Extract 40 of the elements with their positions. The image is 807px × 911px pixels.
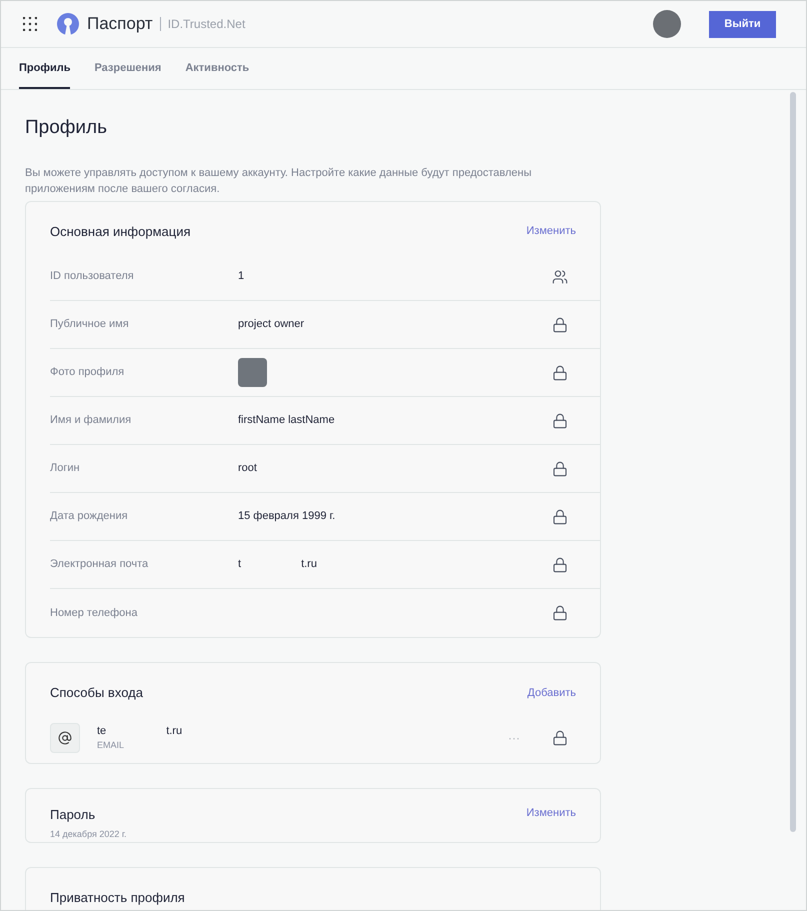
tab[interactable]: Профиль — [19, 48, 70, 89]
photo-placeholder — [238, 358, 267, 387]
add-link[interactable]: Добавить — [527, 684, 576, 701]
field-value: project owner — [238, 318, 304, 330]
method-type: EMAIL — [97, 739, 126, 752]
field-value: firstName lastName — [238, 414, 335, 426]
avatar[interactable] — [653, 10, 681, 38]
field-label: ID пользователя — [50, 269, 135, 284]
email-text: t.ru — [166, 724, 182, 738]
page-title: Профиль — [25, 116, 108, 140]
field-label: Публичное имя — [50, 317, 130, 332]
card-title: Пароль — [50, 806, 96, 824]
email-text: t.ru — [301, 557, 317, 572]
field-value: 1 — [238, 270, 244, 282]
email-method-icon — [50, 722, 80, 752]
site-name: ID.Trusted.Net — [168, 16, 246, 33]
tab[interactable]: Активность — [185, 48, 250, 89]
logo-icon — [57, 13, 79, 35]
edit-link[interactable]: Изменить — [526, 223, 576, 240]
edit-link[interactable]: Изменить — [526, 804, 576, 821]
app-title: Паспорт — [87, 13, 153, 36]
card-title: Способы входа — [50, 684, 143, 702]
card-title: Основная информация — [50, 222, 190, 241]
field-label: Имя и фамилия — [50, 413, 132, 428]
field-label: Дата рождения — [50, 509, 129, 524]
page-description: Вы можете управлять доступом к вашему аккаунту. Настройте какие данные будут предоставлены приложениям после вашего согласия. — [25, 166, 533, 196]
logout-button[interactable]: Выйти — [709, 10, 776, 38]
apps-grid-icon[interactable] — [23, 17, 37, 31]
scrollbar[interactable] — [790, 92, 796, 832]
email-text: t — [238, 557, 242, 572]
field-label: Номер телефона — [50, 606, 138, 621]
password-date: 14 декабря 2022 г. — [50, 828, 127, 841]
field-value: 15 февраля 1999 г. — [238, 510, 336, 522]
tab[interactable]: Разрешения — [94, 48, 162, 89]
email-text: te — [97, 724, 106, 738]
field-label: Фото профиля — [50, 365, 126, 380]
field-label: Логин — [50, 461, 81, 476]
card-title: Приватность профиля — [50, 890, 185, 904]
field-value: root — [238, 462, 257, 474]
field-label: Электронная почта — [50, 557, 150, 572]
